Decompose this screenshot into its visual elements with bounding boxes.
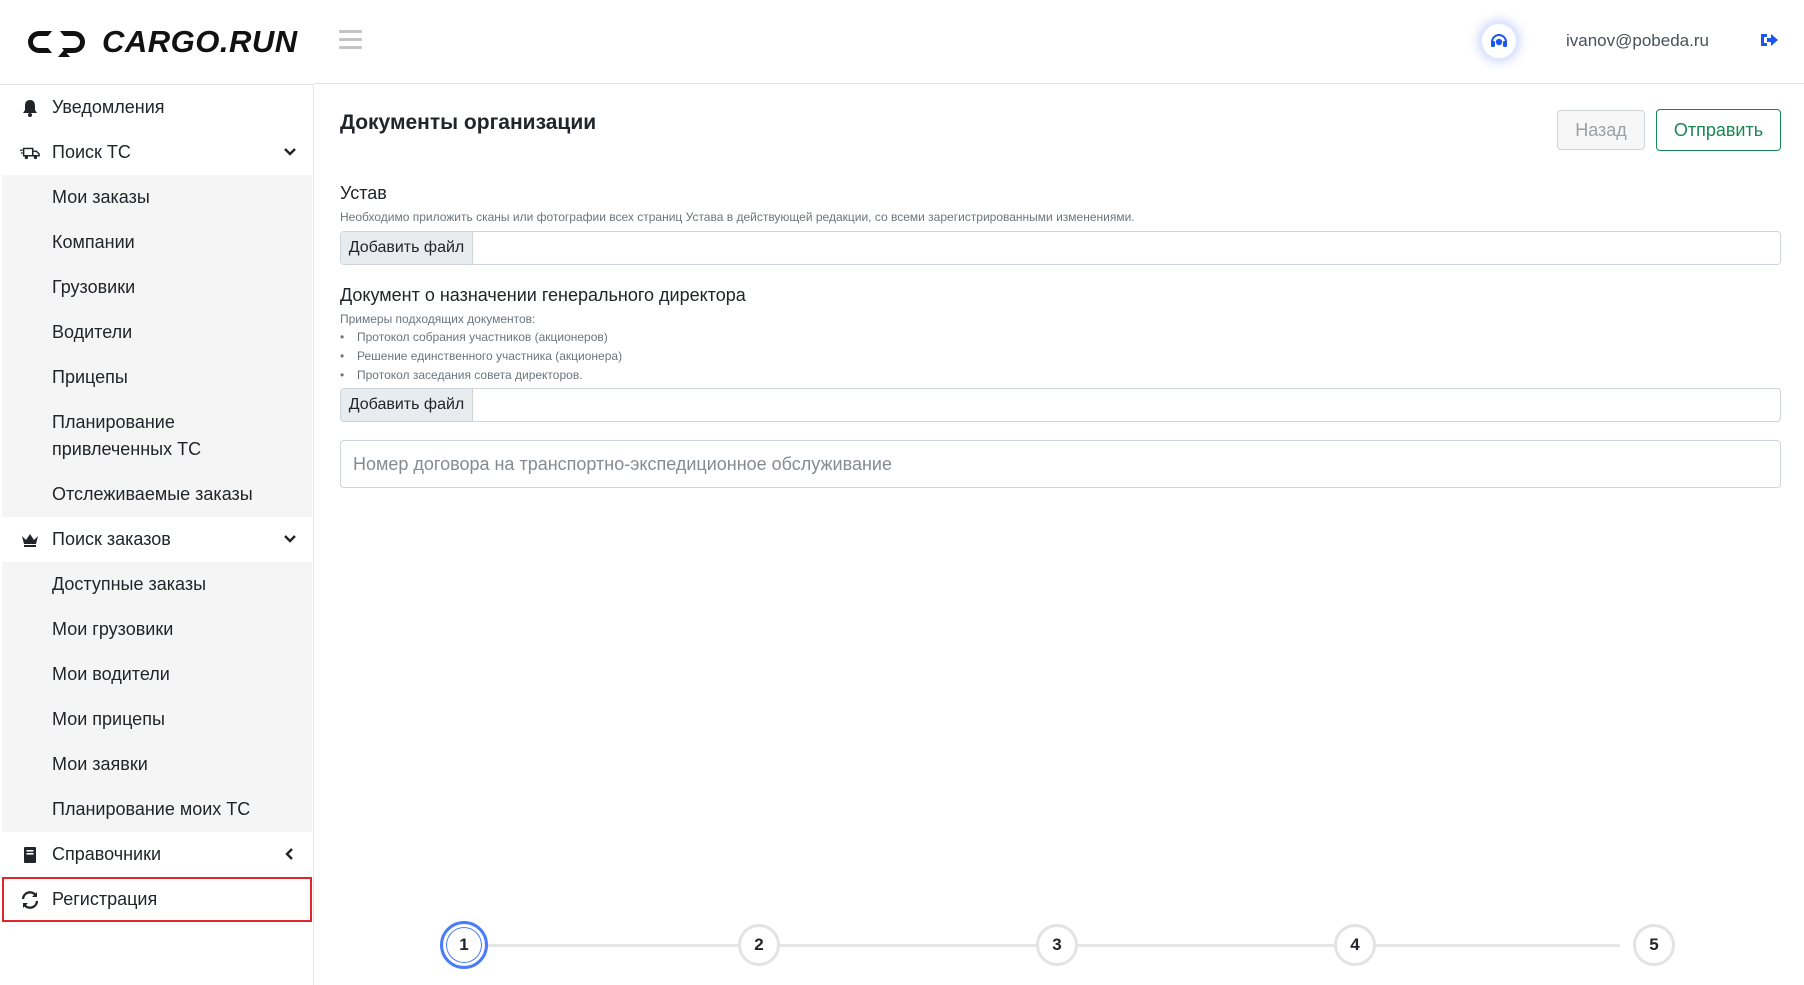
send-button[interactable]: Отправить [1656,109,1781,151]
sidebar-item-label: Прицепы [52,367,128,387]
sidebar-item-label: Планирование привлеченных ТС [52,412,202,459]
add-file-button[interactable]: Добавить файл [341,389,473,421]
sidebar-item-tracked-orders[interactable]: Отслеживаемые заказы [2,472,312,517]
page-title: Документы организации [340,111,597,134]
sidebar-item-label: Справочники [52,844,162,864]
sidebar-item-trucks[interactable]: Грузовики [2,265,312,310]
step-3[interactable]: 3 [1036,924,1078,966]
sidebar-item-available-orders[interactable]: Доступные заказы [2,562,312,607]
list-item: Решение единственного участника (акционе… [340,347,622,366]
support-glyph [1491,34,1507,47]
sidebar-item-drivers[interactable]: Водители [2,310,312,355]
add-file-button[interactable]: Добавить файл [341,232,473,264]
contract-number-input[interactable] [340,440,1781,488]
sidebar-item-trailers[interactable]: Прицепы [2,355,312,400]
book-icon [20,845,40,865]
charter-file-input[interactable]: Добавить файл [340,231,1781,265]
sidebar-item-label: Отслеживаемые заказы [52,484,253,504]
step-5[interactable]: 5 [1633,924,1675,966]
sidebar-item-label: Мои заявки [52,754,148,774]
sidebar-item-my-requests[interactable]: Мои заявки [2,742,312,787]
sidebar-item-label: Планирование моих ТС [52,799,251,819]
chevron-left-icon [285,848,293,860]
sidebar-item-directories[interactable]: Справочники [0,832,313,877]
submenu-search-vehicles: Мои заказы Компании Грузовики Водители П… [2,175,312,517]
bell-icon [20,98,40,118]
top-bar: ivanov@pobeda.ru [314,0,1804,84]
crown-icon [20,530,40,550]
director-file-input[interactable]: Добавить файл [340,388,1781,422]
chevron-down-icon [284,148,296,156]
director-doc-title: Документ о назначении генерального дирек… [340,285,746,305]
back-button[interactable]: Назад [1557,110,1645,150]
submenu-search-orders: Доступные заказы Мои грузовики Мои водит… [2,562,312,832]
truck-icon [20,143,40,163]
sidebar-item-my-trailers[interactable]: Мои прицепы [2,697,312,742]
logo[interactable]: CARGO.RUN [0,0,314,84]
list-item: Протокол собрания участников (акционеров… [340,328,622,347]
brand-name: CARGO.RUN [102,24,298,59]
charter-title: Устав [340,183,387,203]
sidebar-item-label: Грузовики [52,277,136,297]
sidebar-item-label: Регистрация [52,889,158,909]
charter-hint: Необходимо приложить сканы или фотографи… [340,210,1135,224]
sidebar-item-label: Компании [52,232,135,252]
step-2[interactable]: 2 [738,924,780,966]
sidebar-item-my-drivers[interactable]: Мои водители [2,652,312,697]
sidebar-item-label: Поиск заказов [52,529,171,549]
registration-stepper: 1 2 3 4 5 [440,921,1675,969]
sidebar-item-label: Мои водители [52,664,170,684]
sidebar-item-registration[interactable]: Регистрация [2,877,312,922]
sidebar-item-search-orders[interactable]: Поиск заказов [0,517,313,562]
sidebar-item-label: Водители [52,322,133,342]
step-1[interactable]: 1 [440,921,488,969]
sidebar-item-my-orders[interactable]: Мои заказы [2,175,312,220]
hamburger-icon[interactable] [339,30,362,49]
sidebar-item-planning-attracted[interactable]: Планирование привлеченных ТС [2,400,312,472]
sidebar-item-label: Поиск ТС [52,142,131,162]
sidebar-item-label: Мои грузовики [52,619,174,639]
sidebar-item-label: Мои заказы [52,187,150,207]
sidebar-item-search-vehicles[interactable]: Поиск ТС [0,130,313,175]
sidebar-item-label: Мои прицепы [52,709,165,729]
headset-icon[interactable] [1482,24,1516,58]
director-doc-examples: Протокол собрания участников (акционеров… [340,328,622,385]
sidebar-item-label: Доступные заказы [52,574,207,594]
sign-out-icon[interactable] [1759,31,1779,49]
chevron-down-icon [284,535,296,543]
sidebar-item-notifications[interactable]: Уведомления [0,85,313,130]
step-4[interactable]: 4 [1334,924,1376,966]
sidebar-item-label: Уведомления [52,97,165,117]
user-email[interactable]: ivanov@pobeda.ru [1566,31,1709,51]
sidebar-item-planning-my-vehicles[interactable]: Планирование моих ТС [2,787,312,832]
director-doc-hint: Примеры подходящих документов: [340,312,536,326]
sidebar-item-my-trucks[interactable]: Мои грузовики [2,607,312,652]
sync-icon [20,890,40,910]
cargo-run-logo-icon [28,31,85,57]
list-item: Протокол заседания совета директоров. [340,366,622,385]
sidebar: Уведомления Поиск ТС Мои заказы Компании… [0,84,314,985]
sidebar-item-companies[interactable]: Компании [2,220,312,265]
